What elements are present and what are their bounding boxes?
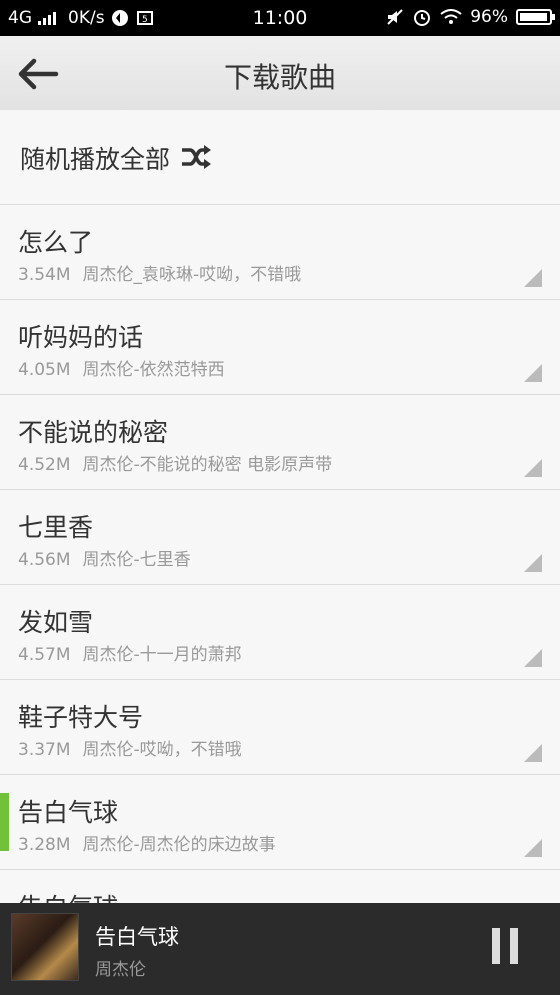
alarm-icon — [414, 10, 431, 26]
more-corner-icon[interactable] — [524, 459, 542, 477]
song-title: 鞋子特大号 — [18, 703, 144, 732]
now-playing-indicator — [0, 793, 9, 851]
song-item[interactable]: 发如雪 4.57M 周杰伦-十一月的萧邦 — [0, 585, 560, 680]
mute-icon — [387, 9, 403, 25]
song-item[interactable]: 鞋子特大号 3.37M 周杰伦-哎呦，不错哦 — [0, 680, 560, 775]
song-info: 周杰伦-七里香 — [82, 550, 191, 570]
album-cover[interactable] — [11, 913, 79, 981]
song-size: 4.56M — [18, 550, 71, 570]
page-title: 下载歌曲 — [223, 61, 336, 94]
song-info: 周杰伦-不能说的秘密 电影原声带 — [82, 455, 333, 475]
song-item[interactable]: 听妈妈的话 4.05M 周杰伦-依然范特西 — [0, 300, 560, 395]
song-size: 4.05M — [18, 360, 71, 380]
status-bar: 4G 0K/s 5 11:00 96% — [0, 0, 560, 36]
player-song-title: 告白气球 — [95, 925, 179, 949]
song-size: 4.57M — [18, 645, 71, 665]
more-corner-icon[interactable] — [524, 269, 542, 287]
shuffle-icon — [182, 145, 211, 169]
more-corner-icon[interactable] — [524, 649, 542, 667]
song-info: 周杰伦_袁咏琳-哎呦，不错哦 — [82, 265, 302, 285]
title-bar: 下载歌曲 — [0, 36, 560, 111]
battery-percent: 96% — [470, 7, 508, 27]
song-title: 听妈妈的话 — [18, 323, 144, 352]
song-item[interactable]: 七里香 4.56M 周杰伦-七里香 — [0, 490, 560, 585]
shuffle-all-label: 随机播放全部 — [20, 145, 171, 174]
song-title: 发如雪 — [18, 608, 94, 637]
song-info: 周杰伦-依然范特西 — [82, 360, 225, 380]
pause-icon[interactable] — [488, 928, 524, 968]
shuffle-all-button[interactable]: 随机播放全部 — [0, 110, 560, 205]
song-title: 怎么了 — [18, 228, 94, 257]
song-size: 3.28M — [18, 835, 71, 855]
song-title: 七里香 — [18, 513, 94, 542]
song-item[interactable]: 怎么了 3.54M 周杰伦_袁咏琳-哎呦，不错哦 — [0, 205, 560, 300]
song-size: 3.54M — [18, 265, 71, 285]
mini-player[interactable]: 告白气球 周杰伦 — [0, 903, 560, 995]
player-artist: 周杰伦 — [95, 960, 146, 980]
battery-icon — [516, 9, 555, 25]
more-corner-icon[interactable] — [524, 554, 542, 572]
song-size: 4.52M — [18, 455, 71, 475]
song-info: 周杰伦-哎呦，不错哦 — [82, 740, 242, 760]
song-title: 不能说的秘密 — [18, 418, 169, 447]
song-item-active[interactable]: 告白气球 3.28M 周杰伦-周杰伦的床边故事 — [0, 775, 560, 870]
wifi-icon — [440, 9, 462, 24]
more-corner-icon[interactable] — [524, 839, 542, 857]
more-corner-icon[interactable] — [524, 364, 542, 382]
song-info: 周杰伦-周杰伦的床边故事 — [82, 835, 276, 855]
song-size: 3.37M — [18, 740, 71, 760]
song-title: 告白气球 — [18, 798, 119, 827]
song-info: 周杰伦-十一月的萧邦 — [82, 645, 242, 665]
more-corner-icon[interactable] — [524, 744, 542, 762]
song-list: 怎么了 3.54M 周杰伦_袁咏琳-哎呦，不错哦 听妈妈的话 4.05M 周杰伦-依… — [0, 205, 560, 965]
song-item[interactable]: 不能说的秘密 4.52M 周杰伦-不能说的秘密 电影原声带 — [0, 395, 560, 490]
